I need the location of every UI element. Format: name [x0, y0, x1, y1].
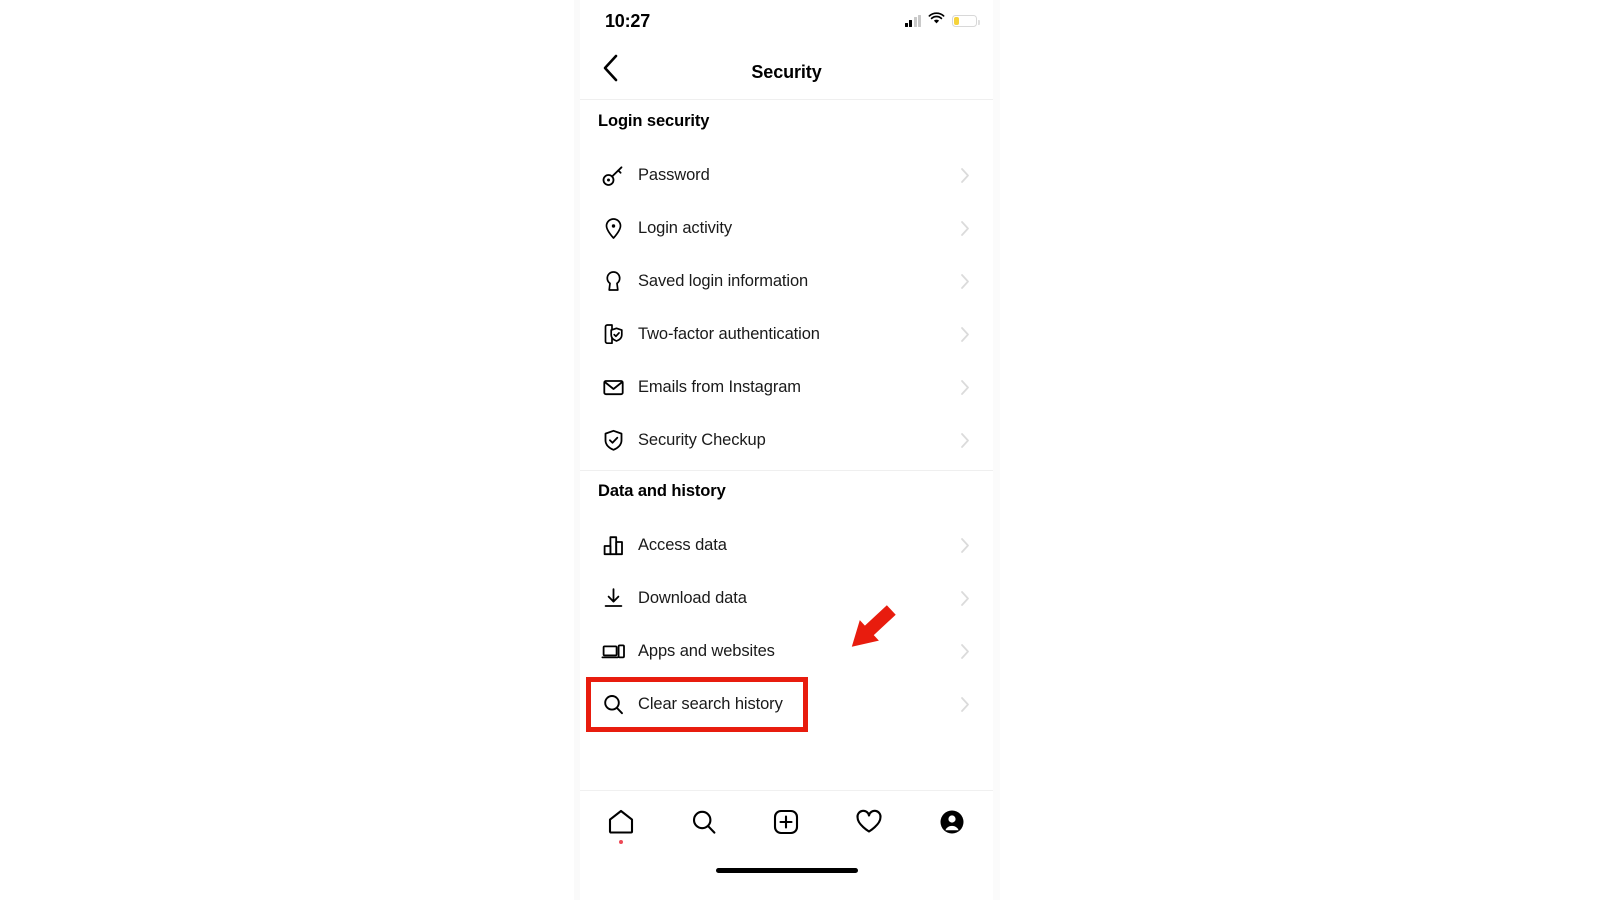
laptop-phone-icon	[598, 636, 628, 666]
header-divider	[580, 99, 993, 100]
home-icon	[606, 807, 636, 842]
envelope-icon	[598, 372, 628, 402]
list-item-security-checkup[interactable]: Security Checkup	[580, 417, 993, 463]
list-item-login-activity[interactable]: Login activity	[580, 205, 993, 251]
phone-screenshot: 10:27 Security Login security Password L…	[580, 0, 993, 900]
chevron-left-icon	[601, 53, 620, 88]
tab-activity[interactable]	[828, 791, 911, 857]
list-item-apps-and-websites[interactable]: Apps and websites	[580, 628, 993, 674]
list-item-label: Two-factor authentication	[638, 324, 820, 343]
magnifier-icon	[598, 689, 628, 719]
screenshot-right-edge	[993, 0, 1000, 900]
status-time: 10:27	[605, 11, 651, 31]
bottom-tab-bar	[580, 791, 993, 857]
list-item-saved-login-information[interactable]: Saved login information	[580, 258, 993, 304]
section-header-login-security: Login security	[598, 112, 710, 130]
download-icon	[598, 583, 628, 613]
location-pin-icon	[598, 213, 628, 243]
plus-square-icon	[771, 807, 801, 842]
list-item-label: Login activity	[638, 218, 732, 237]
key-icon	[598, 160, 628, 190]
battery-low-icon	[952, 15, 980, 27]
tab-profile[interactable]	[910, 791, 993, 857]
status-icon-group	[904, 12, 980, 30]
chevron-right-icon	[959, 325, 971, 343]
page-title: Security	[751, 61, 822, 82]
chevron-right-icon	[959, 431, 971, 449]
status-bar: 10:27	[580, 0, 993, 44]
list-item-two-factor-authentication[interactable]: Two-factor authentication	[580, 311, 993, 357]
bar-chart-icon	[598, 530, 628, 560]
tab-home[interactable]	[580, 791, 663, 857]
chevron-right-icon	[959, 642, 971, 660]
heart-icon	[854, 807, 884, 842]
chevron-right-icon	[959, 695, 971, 713]
list-item-label: Emails from Instagram	[638, 377, 801, 396]
list-item-password[interactable]: Password	[580, 152, 993, 198]
home-indicator	[715, 868, 858, 873]
chevron-right-icon	[959, 219, 971, 237]
chevron-right-icon	[959, 166, 971, 184]
shield-check-icon	[598, 425, 628, 455]
back-button[interactable]	[588, 48, 632, 92]
section-header-data-and-history: Data and history	[598, 482, 726, 500]
keyhole-icon	[598, 266, 628, 296]
list-item-label: Saved login information	[638, 271, 809, 290]
list-item-label: Access data	[638, 535, 727, 554]
tab-search[interactable]	[663, 791, 746, 857]
wifi-icon	[928, 12, 945, 30]
list-item-label: Password	[638, 165, 710, 184]
cellular-signal-icon	[904, 15, 921, 27]
chevron-right-icon	[959, 589, 971, 607]
list-item-access-data[interactable]: Access data	[580, 522, 993, 568]
list-item-download-data[interactable]: Download data	[580, 575, 993, 621]
list-item-label: Download data	[638, 588, 747, 607]
navigation-bar: Security	[580, 44, 993, 100]
chevron-right-icon	[959, 272, 971, 290]
list-item-label: Security Checkup	[638, 430, 766, 449]
list-item-label: Apps and websites	[638, 641, 775, 660]
list-item-label: Clear search history	[638, 694, 783, 713]
chevron-right-icon	[959, 378, 971, 396]
list-item-clear-search-history[interactable]: Clear search history	[580, 681, 993, 727]
tab-create[interactable]	[745, 791, 828, 857]
notification-dot	[619, 840, 624, 844]
phone-shield-check-icon	[598, 319, 628, 349]
section-divider	[580, 470, 993, 471]
profile-avatar-icon	[937, 807, 967, 842]
chevron-right-icon	[959, 536, 971, 554]
list-item-emails-from-instagram[interactable]: Emails from Instagram	[580, 364, 993, 410]
search-icon	[689, 807, 719, 842]
